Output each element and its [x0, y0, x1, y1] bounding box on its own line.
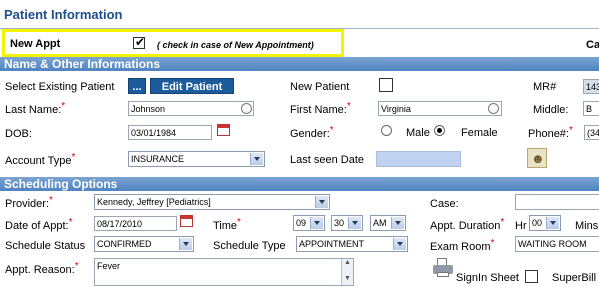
last-seen-field	[376, 151, 461, 167]
phone-field[interactable]: (34	[584, 125, 599, 140]
date-of-appt-field[interactable]: 08/17/2010	[94, 216, 177, 231]
signin-sheet-checkbox[interactable]	[525, 270, 538, 283]
schedule-status-value: CONFIRMED	[97, 239, 152, 249]
duration-label: Appt. Duration*	[430, 217, 505, 232]
case-field[interactable]	[515, 194, 599, 210]
exam-room-field[interactable]: WAITING ROOM	[515, 236, 599, 252]
time-minute-select[interactable]: 30	[331, 215, 363, 231]
last-seen-label: Last seen Date	[290, 154, 364, 166]
duration-hr-value: 00	[532, 218, 543, 228]
time-label: Time*	[213, 217, 241, 232]
schedule-status-label: Schedule Status	[5, 240, 86, 252]
gender-label: Gender:*	[290, 125, 334, 140]
calendar-icon[interactable]	[180, 215, 193, 227]
exam-room-label: Exam Room*	[430, 238, 495, 253]
select-existing-label: Select Existing Patient	[5, 81, 115, 93]
signin-sheet-label: SignIn Sheet	[456, 272, 519, 284]
dob-label: DOB:	[5, 128, 32, 140]
appt-reason-textarea[interactable]: Fever	[94, 258, 354, 286]
gender-female-label: Female	[461, 127, 498, 139]
chevron-down-icon	[391, 217, 404, 229]
section-header-name: Name & Other Informations	[0, 57, 599, 71]
chevron-down-icon	[348, 217, 361, 229]
scroll-up-icon[interactable]: ▲	[344, 259, 351, 266]
new-appt-note: ( check in case of New Appointment)	[157, 40, 314, 50]
chevron-down-icon	[310, 217, 323, 229]
time-hour-select[interactable]: 09	[293, 215, 325, 231]
chevron-down-icon	[315, 196, 328, 208]
provider-label: Provider:*	[5, 195, 53, 210]
mr-label: MR#	[533, 81, 557, 93]
provider-value: Kennedy, Jeffrey [Pediatrics]	[97, 197, 211, 207]
schedule-status-select[interactable]: CONFIRMED	[94, 236, 194, 252]
gender-male-radio[interactable]	[381, 125, 392, 136]
section-header-scheduling: Scheduling Options	[0, 177, 599, 191]
patient-card-icon[interactable]: ☻	[527, 148, 547, 168]
time-minute-value: 30	[334, 218, 345, 228]
appt-reason-label: Appt. Reason:*	[5, 261, 79, 276]
edit-patient-button[interactable]: Edit Patient	[150, 78, 234, 94]
hr-label: Hr	[515, 220, 527, 232]
phone-label: Phone#:*	[528, 125, 573, 140]
chevron-down-icon	[179, 238, 192, 250]
gender-female-radio[interactable]	[434, 125, 445, 136]
new-patient-checkbox[interactable]	[379, 78, 393, 92]
account-type-select[interactable]: INSURANCE	[128, 151, 265, 167]
last-name-field[interactable]: Johnson	[128, 101, 254, 116]
page-title: Patient Information	[4, 7, 123, 22]
person-icon: ☻	[531, 151, 545, 166]
checkmark-icon: ✔	[135, 35, 146, 49]
last-name-label: Last Name:*	[5, 101, 66, 116]
lookup-icon[interactable]	[488, 103, 499, 114]
chevron-down-icon	[393, 238, 406, 250]
schedule-type-select[interactable]: APPOINTMENT	[296, 236, 408, 252]
provider-select[interactable]: Kennedy, Jeffrey [Pediatrics]	[94, 194, 330, 210]
duration-hr-select[interactable]: 00	[529, 215, 561, 231]
calendar-icon[interactable]	[217, 124, 230, 136]
time-hour-value: 09	[296, 218, 307, 228]
chevron-down-icon	[250, 153, 263, 165]
new-appt-label: New Appt	[10, 38, 61, 50]
middle-field[interactable]: B	[583, 101, 599, 116]
case-label-cut: Ca	[586, 39, 599, 51]
lookup-icon[interactable]	[241, 103, 252, 114]
first-name-field[interactable]: Virginia	[378, 101, 502, 116]
printer-icon[interactable]	[431, 258, 455, 278]
dob-field[interactable]: 03/01/1984	[128, 125, 212, 140]
new-appt-checkbox[interactable]: ✔	[133, 35, 146, 49]
scroll-down-icon[interactable]: ▼	[344, 275, 351, 282]
account-type-label: Account Type*	[5, 152, 76, 167]
chevron-down-icon	[546, 217, 559, 229]
schedule-type-label: Schedule Type	[213, 240, 286, 252]
time-ampm-value: AM	[373, 218, 387, 228]
date-of-appt-label: Date of Appt:*	[5, 217, 73, 232]
textarea-scrollbar[interactable]: ▲ ▼	[341, 259, 353, 285]
middle-label: Middle:	[533, 104, 569, 116]
time-ampm-select[interactable]: AM	[370, 215, 406, 231]
superbill-label: SuperBill	[552, 272, 597, 284]
case-label: Case:	[430, 198, 459, 210]
new-patient-label: New Patient	[290, 81, 350, 93]
mr-field[interactable]: 143	[583, 79, 599, 94]
account-type-value: INSURANCE	[131, 154, 185, 164]
schedule-type-value: APPOINTMENT	[299, 239, 365, 249]
mins-label: Mins	[575, 220, 599, 232]
gender-male-label: Male	[406, 127, 430, 139]
first-name-label: First Name:*	[290, 101, 351, 116]
browse-patient-button[interactable]: ...	[128, 78, 146, 94]
